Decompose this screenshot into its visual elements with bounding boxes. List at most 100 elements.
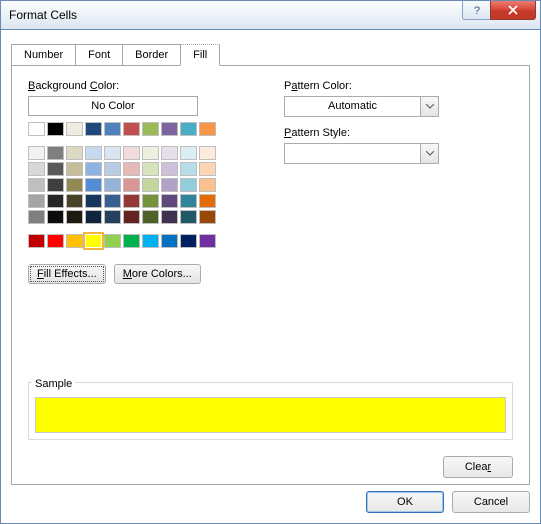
fill-effects-button[interactable]: Fill Effects...	[28, 264, 106, 284]
color-swatch[interactable]	[85, 146, 102, 160]
color-swatch[interactable]	[47, 234, 64, 248]
more-colors-button[interactable]: More Colors...	[114, 264, 201, 284]
color-swatch[interactable]	[47, 194, 64, 208]
color-swatch[interactable]	[66, 122, 83, 136]
color-swatch[interactable]	[161, 146, 178, 160]
color-swatch[interactable]	[161, 210, 178, 224]
color-swatch[interactable]	[28, 194, 45, 208]
background-color-label: Background Color:	[28, 80, 248, 92]
color-swatch[interactable]	[161, 162, 178, 176]
color-swatch[interactable]	[104, 162, 121, 176]
color-swatch[interactable]	[123, 234, 140, 248]
color-swatch[interactable]	[123, 162, 140, 176]
color-swatch[interactable]	[123, 146, 140, 160]
titlebar: Format Cells ?	[0, 0, 541, 30]
pattern-style-value	[285, 144, 420, 163]
sample-preview	[35, 397, 506, 433]
color-swatch[interactable]	[104, 122, 121, 136]
color-swatch[interactable]	[47, 210, 64, 224]
theme-shade-palette	[28, 146, 248, 224]
color-swatch[interactable]	[199, 234, 216, 248]
color-swatch[interactable]	[47, 178, 64, 192]
color-swatch[interactable]	[85, 194, 102, 208]
color-swatch[interactable]	[47, 146, 64, 160]
help-button[interactable]: ?	[462, 1, 490, 20]
color-swatch[interactable]	[28, 146, 45, 160]
color-swatch[interactable]	[85, 122, 102, 136]
color-swatch[interactable]	[199, 122, 216, 136]
color-swatch[interactable]	[161, 122, 178, 136]
ok-button[interactable]: OK	[366, 491, 444, 513]
color-swatch[interactable]	[199, 162, 216, 176]
color-swatch[interactable]	[85, 210, 102, 224]
pattern-color-label: Pattern Color:	[284, 80, 513, 92]
pattern-color-combo[interactable]: Automatic	[284, 96, 439, 117]
color-swatch[interactable]	[142, 146, 159, 160]
sample-label: Sample	[32, 378, 75, 390]
color-swatch[interactable]	[161, 234, 178, 248]
color-swatch[interactable]	[66, 210, 83, 224]
color-swatch[interactable]	[28, 178, 45, 192]
color-swatch[interactable]	[66, 178, 83, 192]
pattern-style-combo[interactable]	[284, 143, 439, 164]
tab-fill[interactable]: Fill	[180, 44, 220, 66]
color-swatch[interactable]	[47, 122, 64, 136]
color-swatch[interactable]	[123, 122, 140, 136]
color-swatch[interactable]	[180, 178, 197, 192]
window-controls: ?	[462, 1, 536, 20]
color-swatch[interactable]	[161, 194, 178, 208]
color-swatch[interactable]	[180, 234, 197, 248]
no-color-button[interactable]: No Color	[28, 96, 198, 116]
pattern-color-value: Automatic	[285, 97, 420, 116]
color-swatch[interactable]	[85, 234, 102, 248]
color-swatch[interactable]	[66, 162, 83, 176]
window-title: Format Cells	[9, 8, 77, 22]
color-swatch[interactable]	[66, 146, 83, 160]
color-swatch[interactable]	[142, 122, 159, 136]
color-swatch[interactable]	[180, 162, 197, 176]
color-swatch[interactable]	[142, 234, 159, 248]
color-swatch[interactable]	[85, 162, 102, 176]
color-swatch[interactable]	[47, 162, 64, 176]
close-button[interactable]	[490, 1, 536, 20]
color-swatch[interactable]	[142, 162, 159, 176]
pattern-style-label: Pattern Style:	[284, 127, 513, 139]
color-swatch[interactable]	[28, 234, 45, 248]
svg-text:?: ?	[474, 5, 480, 15]
color-swatch[interactable]	[28, 122, 45, 136]
color-swatch[interactable]	[180, 194, 197, 208]
color-swatch[interactable]	[104, 234, 121, 248]
color-swatch[interactable]	[142, 194, 159, 208]
color-swatch[interactable]	[199, 146, 216, 160]
color-swatch[interactable]	[142, 210, 159, 224]
dialog-footer: OK Cancel	[366, 491, 530, 513]
color-swatch[interactable]	[199, 210, 216, 224]
clear-button[interactable]: Clear	[443, 456, 513, 478]
tabstrip: Number Font Border Fill	[11, 44, 530, 66]
color-swatch[interactable]	[85, 178, 102, 192]
color-swatch[interactable]	[123, 210, 140, 224]
tab-font[interactable]: Font	[75, 44, 123, 66]
cancel-button[interactable]: Cancel	[452, 491, 530, 513]
color-swatch[interactable]	[142, 178, 159, 192]
color-swatch[interactable]	[28, 210, 45, 224]
color-swatch[interactable]	[28, 162, 45, 176]
color-swatch[interactable]	[180, 210, 197, 224]
color-swatch[interactable]	[161, 178, 178, 192]
color-swatch[interactable]	[199, 194, 216, 208]
color-swatch[interactable]	[66, 194, 83, 208]
color-swatch[interactable]	[123, 178, 140, 192]
color-swatch[interactable]	[66, 234, 83, 248]
color-swatch[interactable]	[180, 146, 197, 160]
color-swatch[interactable]	[123, 194, 140, 208]
color-swatch[interactable]	[104, 146, 121, 160]
color-swatch[interactable]	[199, 178, 216, 192]
tab-body: Background Color: No Color Fill Effects.…	[11, 65, 530, 485]
tab-border[interactable]: Border	[122, 44, 181, 66]
color-swatch[interactable]	[104, 194, 121, 208]
standard-color-palette	[28, 234, 248, 248]
color-swatch[interactable]	[104, 178, 121, 192]
color-swatch[interactable]	[180, 122, 197, 136]
tab-number[interactable]: Number	[11, 44, 76, 66]
color-swatch[interactable]	[104, 210, 121, 224]
